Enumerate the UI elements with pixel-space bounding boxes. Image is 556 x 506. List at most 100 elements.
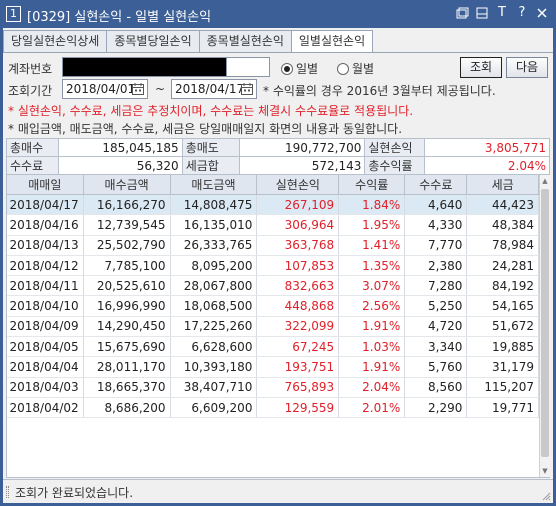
account-password-field[interactable] (226, 57, 270, 77)
cell-realized-pl: 107,853 (256, 255, 340, 277)
cell-return-rate: 1.91% (338, 356, 406, 378)
help-icon[interactable]: ? (514, 5, 530, 21)
cell-trade-date: 2018/04/17 (6, 194, 84, 216)
window-title: [0329] 실현손익 - 일별 실현손익 (27, 10, 212, 25)
cell-fee: 2,380 (404, 255, 468, 277)
restore-icon[interactable] (454, 5, 470, 21)
cell-fee: 4,640 (404, 194, 468, 216)
col-sell-amount[interactable]: 매도금액 (169, 174, 258, 195)
notice-same-as-journal: * 매입금액, 매도금액, 수수료, 세금은 당일매매일지 화면의 내용과 동일… (8, 122, 403, 136)
cell-trade-date: 2018/04/16 (6, 214, 84, 236)
cell-buy-amount: 16,166,270 (83, 194, 171, 216)
grid-header-row: 매매일 매수금액 매도금액 실현손익 수익률 수수료 세금 (6, 174, 539, 195)
scroll-up-icon[interactable]: ▲ (540, 175, 550, 187)
cell-sell-amount: 18,068,500 (170, 295, 258, 317)
table-row[interactable]: 2018/04/11 20,525,610 28,067,800 832,663 3.0… (6, 275, 539, 297)
tax-label: 세금합 (181, 156, 240, 175)
resize-grip-icon[interactable] (541, 491, 551, 501)
cell-tax: 19,771 (466, 397, 539, 419)
radio-monthly-label: 월별 (352, 62, 375, 76)
cell-trade-date: 2018/04/11 (6, 275, 84, 297)
tab-stock-realized-pl[interactable]: 종목별실현손익 (198, 30, 292, 52)
cell-return-rate: 1.95% (338, 214, 406, 236)
account-number-field[interactable] (62, 57, 227, 77)
tab-stock-today-pl[interactable]: 종목별당일손익 (106, 30, 200, 52)
cell-fee: 2,290 (404, 397, 468, 419)
tax-value: 572,143 (238, 156, 366, 175)
cell-buy-amount: 16,996,990 (83, 295, 171, 317)
cell-realized-pl: 765,893 (256, 377, 340, 398)
radio-daily[interactable]: 일별 (281, 60, 318, 77)
cell-buy-amount: 15,675,690 (83, 336, 171, 358)
col-tax[interactable]: 세금 (466, 174, 539, 195)
search-button[interactable]: 조회 (460, 57, 502, 78)
col-buy-amount[interactable]: 매수금액 (82, 174, 171, 195)
cell-sell-amount: 6,609,200 (170, 397, 258, 419)
tab-divider (3, 52, 553, 53)
calendar-icon[interactable] (131, 82, 145, 96)
cell-fee: 5,250 (404, 295, 468, 317)
cell-sell-amount: 26,333,765 (170, 235, 258, 256)
table-row[interactable]: 2018/04/04 28,011,170 10,393,180 193,751 1.9… (6, 356, 539, 378)
calendar-icon[interactable] (240, 82, 254, 96)
cell-trade-date: 2018/04/12 (6, 255, 84, 277)
table-row[interactable]: 2018/04/09 14,290,450 17,225,260 322,099 1.9… (6, 316, 539, 338)
table-row[interactable]: 2018/04/13 25,502,790 26,333,765 363,768 1.4… (6, 235, 539, 256)
period-label: 조회기간 (8, 84, 53, 98)
status-grip-icon (6, 486, 9, 498)
date-to-field[interactable]: 2018/04/17 (171, 79, 257, 99)
table-row[interactable]: 2018/04/12 7,785,100 8,095,200 107,853 1.35%… (6, 255, 539, 277)
return-rate-note: * 수익률의 경우 2016년 3월부터 제공됩니다. (263, 84, 496, 98)
vertical-scrollbar[interactable]: ▲ ▼ (539, 175, 550, 477)
cell-trade-date: 2018/04/10 (6, 295, 84, 317)
cell-trade-date: 2018/04/09 (6, 316, 84, 338)
date-from-field[interactable]: 2018/04/01 (62, 79, 148, 99)
radio-monthly[interactable]: 월별 (337, 60, 374, 77)
cell-buy-amount: 8,686,200 (83, 397, 171, 419)
col-return-rate[interactable]: 수익률 (338, 174, 406, 195)
scroll-down-icon[interactable]: ▼ (540, 465, 550, 477)
text-size-icon[interactable]: T (494, 5, 510, 21)
col-realized-pl[interactable]: 실현손익 (256, 174, 340, 195)
cell-tax: 84,192 (466, 275, 539, 297)
client-area: 당일실현손익상세 종목별당일손익 종목별실현손익 일별실현손익 계좌번호 일별 … (3, 28, 553, 503)
cell-trade-date: 2018/04/02 (6, 397, 84, 419)
cell-return-rate: 2.01% (338, 397, 406, 419)
col-trade-date[interactable]: 매매일 (6, 174, 84, 195)
tab-today-realized-detail[interactable]: 당일실현손익상세 (3, 30, 108, 52)
table-row[interactable]: 2018/04/05 15,675,690 6,628,600 67,245 1.03%… (6, 336, 539, 358)
table-row[interactable]: 2018/04/03 18,665,370 38,407,710 765,893 2.0… (6, 377, 539, 398)
cell-sell-amount: 8,095,200 (170, 255, 258, 277)
cell-buy-amount: 14,290,450 (83, 316, 171, 338)
total-sell-value: 190,772,700 (238, 138, 366, 157)
total-return-value: 2.04% (424, 156, 550, 175)
cell-sell-amount: 16,135,010 (170, 214, 258, 236)
cell-tax: 31,179 (466, 356, 539, 378)
table-row[interactable]: 2018/04/02 8,686,200 6,609,200 129,559 2.01%… (6, 397, 539, 419)
scroll-thumb[interactable] (541, 189, 549, 457)
fee-label: 수수료 (6, 156, 59, 175)
cell-fee: 4,720 (404, 316, 468, 338)
next-button[interactable]: 다음 (506, 57, 548, 78)
grid-body: 2018/04/17 16,166,270 14,808,475 267,109 1.8… (6, 194, 539, 419)
app-window: 1 [0329] 실현손익 - 일별 실현손익 T ? 당일실현손익상세 종목별… (0, 0, 556, 506)
tab-daily-realized-pl[interactable]: 일별실현손익 (290, 30, 374, 53)
close-icon[interactable] (534, 5, 550, 21)
col-fee[interactable]: 수수료 (404, 174, 468, 195)
dock-icon[interactable] (474, 5, 490, 21)
table-row[interactable]: 2018/04/10 16,996,990 18,068,500 448,868 2.5… (6, 295, 539, 317)
cell-realized-pl: 322,099 (256, 316, 340, 338)
table-row[interactable]: 2018/04/17 16,166,270 14,808,475 267,109 1.8… (6, 194, 539, 216)
cell-return-rate: 1.35% (338, 255, 406, 277)
cell-return-rate: 1.41% (338, 235, 406, 256)
radio-monthly-circle[interactable] (337, 62, 349, 75)
title-bar[interactable]: 1 [0329] 실현손익 - 일별 실현손익 T ? (0, 0, 556, 28)
cell-realized-pl: 129,559 (256, 397, 340, 419)
table-row[interactable]: 2018/04/16 12,739,545 16,135,010 306,964 1.9… (6, 214, 539, 236)
cell-buy-amount: 20,525,610 (83, 275, 171, 297)
cell-tax: 54,165 (466, 295, 539, 317)
cell-return-rate: 1.91% (338, 316, 406, 338)
date-to-value: 2018/04/17 (175, 82, 245, 96)
cell-fee: 5,760 (404, 356, 468, 378)
radio-daily-circle[interactable] (281, 62, 293, 75)
